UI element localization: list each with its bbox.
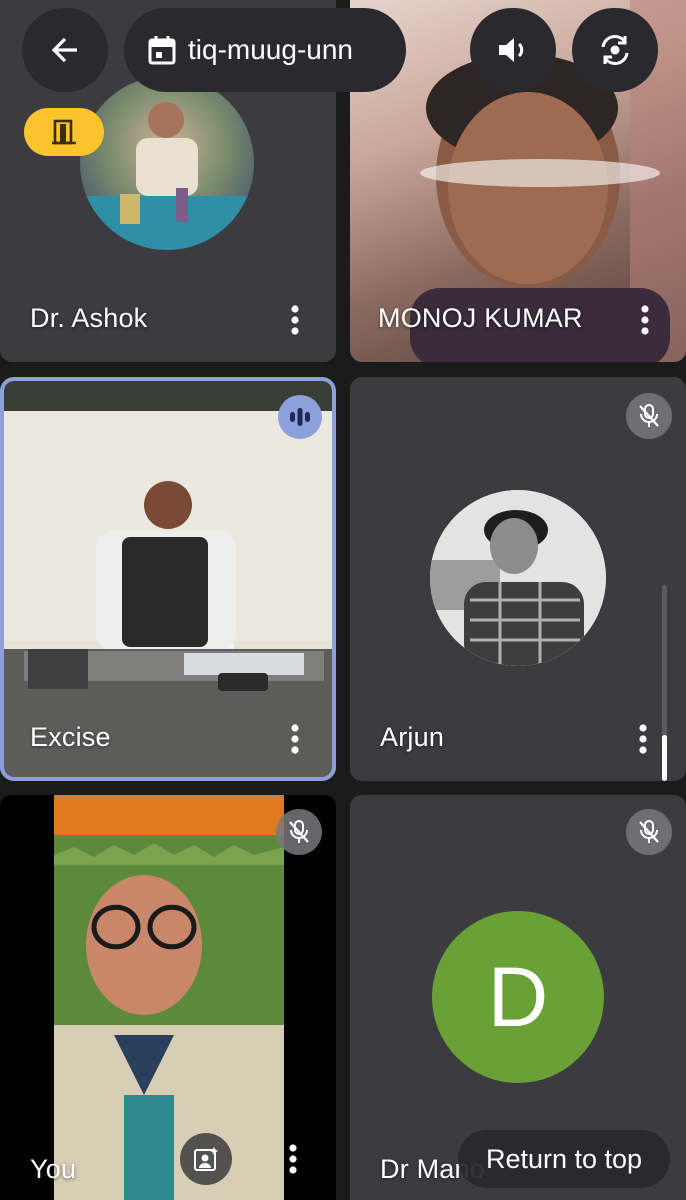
participant-name: Dr. Ashok: [30, 303, 148, 333]
self-video-feed: [54, 795, 284, 1200]
participant-video-feed: [4, 381, 332, 777]
volume-icon: [499, 38, 524, 62]
camera-switch-icon: [601, 35, 629, 65]
meet-call-screen: Dr. Ashok MONOJ KUMAR Excise Arjun You D…: [0, 0, 686, 1200]
room-badge: [24, 108, 104, 156]
meeting-code: tiq-muug-unn: [188, 34, 353, 65]
more-options-icon[interactable]: [278, 1139, 308, 1179]
speaking-indicator-icon: [278, 395, 322, 439]
meeting-code-chip[interactable]: tiq-muug-unn: [124, 8, 406, 92]
participant-name: Arjun: [380, 722, 445, 752]
more-options-icon[interactable]: [280, 300, 310, 340]
scrollbar-thumb[interactable]: [662, 735, 667, 781]
participant-tile-you[interactable]: You: [0, 795, 336, 1200]
participant-letter-avatar: D: [432, 911, 604, 1083]
participant-name: You: [30, 1154, 77, 1184]
door-icon: [52, 119, 76, 145]
calendar-icon: [148, 36, 176, 65]
participant-name: Excise: [30, 722, 111, 752]
arrow-back-icon: [51, 37, 77, 63]
mic-off-icon: [626, 393, 672, 439]
participant-avatar-photo: [430, 490, 606, 666]
participant-tile-excise[interactable]: Excise: [0, 377, 336, 781]
switch-camera-button[interactable]: [572, 8, 658, 92]
return-to-top-label: Return to top: [485, 1143, 643, 1174]
more-options-icon[interactable]: [280, 719, 310, 759]
return-to-top-button[interactable]: Return to top: [458, 1130, 670, 1188]
mic-off-icon: [626, 809, 672, 855]
mic-off-icon: [276, 809, 322, 855]
more-options-icon[interactable]: [630, 300, 660, 340]
participant-tile-arjun[interactable]: Arjun: [350, 377, 686, 781]
participant-avatar-photo: [80, 76, 254, 250]
participant-name: MONOJ KUMAR: [378, 303, 583, 333]
back-button[interactable]: [22, 8, 108, 92]
avatar-letter: D: [487, 949, 549, 1044]
audio-output-button[interactable]: [470, 8, 556, 92]
more-options-icon[interactable]: [628, 719, 658, 759]
sparkle-person-icon: [194, 1147, 218, 1171]
effects-button[interactable]: [180, 1133, 232, 1185]
